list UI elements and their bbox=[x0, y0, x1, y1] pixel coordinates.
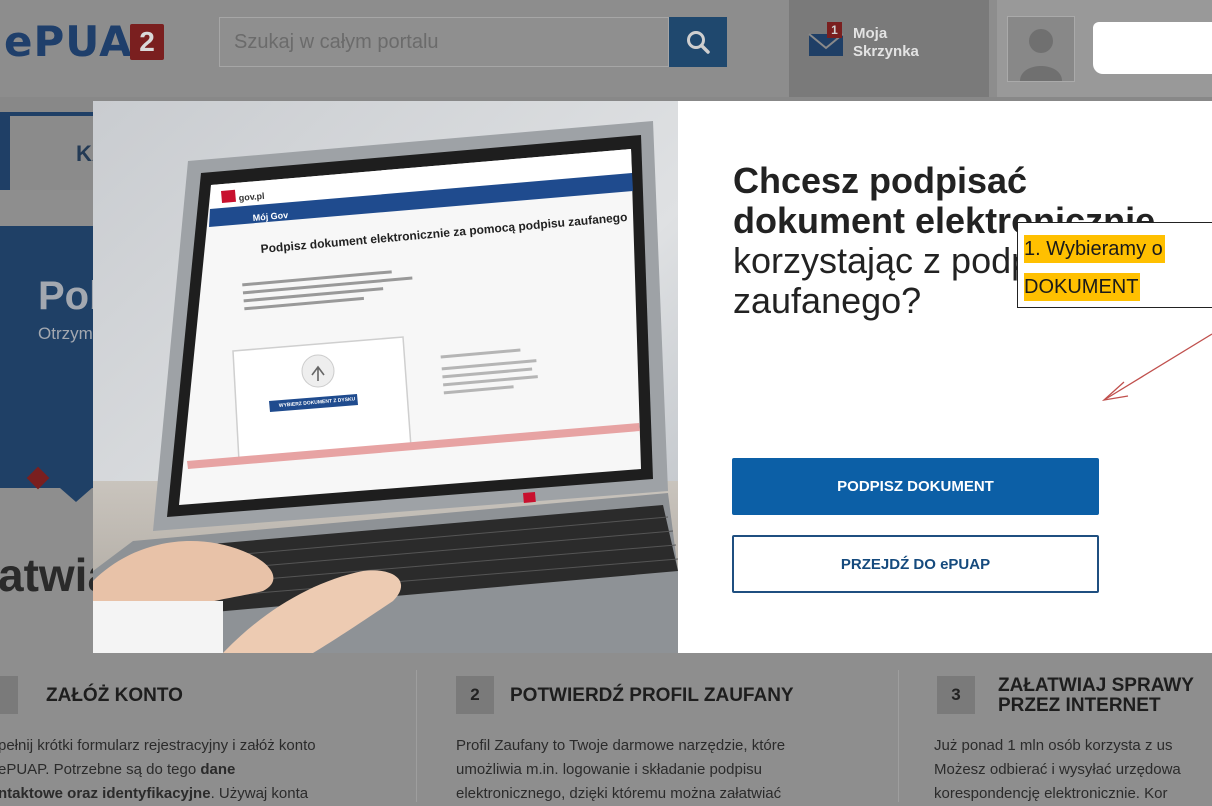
hero-subtitle: Otrzym bbox=[38, 324, 93, 343]
laptop-illustration: gov.pl Mój Gov Podpisz dokument elektron… bbox=[93, 101, 678, 653]
site-header: ePUAP 2 1 Moja Skrzynka bbox=[0, 0, 1212, 97]
search-input[interactable] bbox=[220, 18, 668, 66]
redacted-user-name bbox=[1093, 22, 1212, 74]
mailbox-unread-badge: 1 bbox=[827, 22, 842, 38]
search-box bbox=[219, 17, 669, 67]
step-text-2: Profil Zaufany to Twoje darmowe narzędzi… bbox=[456, 734, 856, 806]
hero-diamond-icon bbox=[26, 466, 50, 490]
step-text-1-line-3: ntaktowe oraz identyfikacyjne. Używaj ko… bbox=[0, 785, 309, 802]
step-text-3-line-1: Już ponad 1 mln osób korzysta z us bbox=[934, 737, 1173, 754]
step-text-1-line-1: pełnij krótki formularz rejestracyjny i … bbox=[0, 737, 316, 754]
step-number-1 bbox=[0, 676, 18, 714]
step-number-3: 3 bbox=[937, 676, 975, 714]
annotation-callout: 1. Wybieramy o DOKUMENT bbox=[1017, 222, 1212, 308]
laptop-photo: gov.pl Mój Gov Podpisz dokument elektron… bbox=[93, 101, 678, 653]
step-text-2-line-1: Profil Zaufany to Twoje darmowe narzędzi… bbox=[456, 737, 786, 754]
annotation-arrow bbox=[1101, 333, 1212, 402]
hero-pointer-arrow bbox=[60, 488, 92, 502]
step-title-3: ZAŁATWIAJ SPRAWY PRZEZ INTERNET bbox=[998, 675, 1194, 716]
step-title-1: ZAŁÓŻ KONTO bbox=[46, 685, 183, 706]
annotation-line-2: DOKUMENT bbox=[1024, 273, 1141, 301]
steps-section: ZAŁÓŻ KONTO pełnij krótki formularz reje… bbox=[0, 654, 1212, 802]
account-area[interactable] bbox=[997, 0, 1212, 97]
step-text-3-line-3: korespondencję elektronicznie. Kor bbox=[934, 785, 1168, 802]
step-divider bbox=[416, 670, 417, 802]
step-text-2-line-3: elektronicznego, dzięki któremu można za… bbox=[456, 785, 782, 802]
sign-document-button[interactable]: PODPISZ DOKUMENT bbox=[732, 458, 1099, 515]
step-text-3: Już ponad 1 mln osób korzysta z us Możes… bbox=[934, 734, 1212, 806]
step-divider bbox=[898, 670, 899, 802]
go-to-epuap-button[interactable]: PRZEJDŹ DO ePUAP bbox=[732, 535, 1099, 593]
logo-version-badge: 2 bbox=[130, 24, 164, 60]
mailbox-link[interactable]: 1 Moja Skrzynka bbox=[789, 0, 989, 97]
search-button[interactable] bbox=[669, 17, 727, 67]
step-title-2: POTWIERDŹ PROFIL ZAUFANY bbox=[510, 685, 794, 706]
step-text-1-line-2: ePUAP. Potrzebne są do tego dane bbox=[0, 761, 236, 778]
search-icon bbox=[687, 31, 710, 54]
annotation-line-1: 1. Wybieramy o bbox=[1024, 235, 1165, 263]
sign-document-modal: gov.pl Mój Gov Podpisz dokument elektron… bbox=[93, 101, 1212, 653]
step-text-1: pełnij krótki formularz rejestracyjny i … bbox=[0, 734, 388, 806]
step-text-2-line-2: umożliwia m.in. logowanie i składanie po… bbox=[456, 761, 762, 778]
mailbox-label: Moja Skrzynka bbox=[853, 25, 919, 60]
avatar[interactable] bbox=[1007, 16, 1075, 82]
user-silhouette-icon bbox=[1020, 29, 1062, 81]
step-number-2: 2 bbox=[456, 676, 494, 714]
step-text-3-line-2: Możesz odbierać i wysyłać urzędowa bbox=[934, 761, 1181, 778]
